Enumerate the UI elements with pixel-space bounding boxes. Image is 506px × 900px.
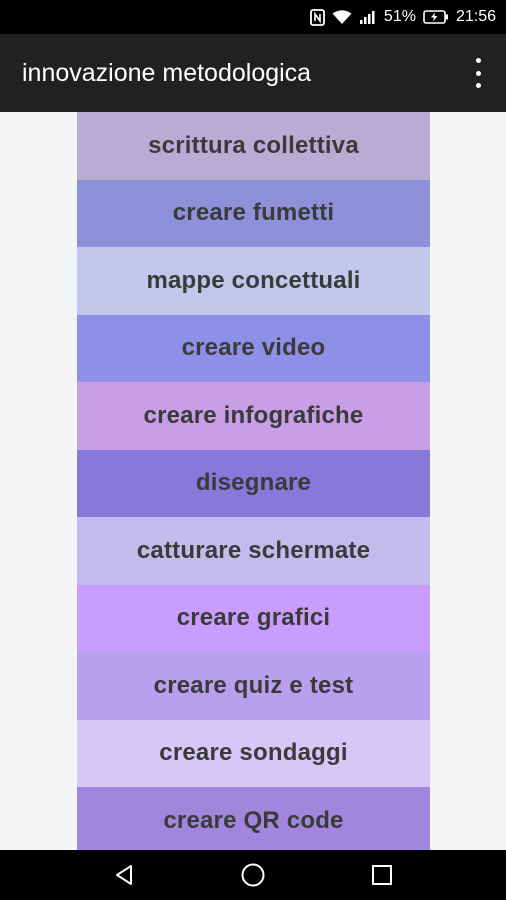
list-item[interactable]: creare video (77, 314, 430, 382)
clock: 21:56 (455, 8, 496, 25)
wifi-icon (332, 10, 352, 24)
battery-percent: 51% (383, 8, 416, 25)
list-item[interactable]: creare grafici (77, 584, 430, 652)
signal-icon (359, 11, 375, 24)
list-item[interactable]: mappe concettuali (77, 247, 430, 315)
list-item[interactable]: creare fumetti (77, 179, 430, 247)
home-icon[interactable] (233, 855, 273, 895)
recents-icon[interactable] (362, 855, 402, 895)
nfc-icon (310, 8, 325, 26)
list-item[interactable]: disegnare (77, 449, 430, 517)
method-list: scrittura collettiva creare fumetti mappe … (77, 112, 430, 850)
more-vert-icon[interactable] (472, 58, 484, 88)
list-item[interactable]: creare quiz e test (77, 652, 430, 720)
battery-icon (423, 10, 448, 24)
page-title: innovazione metodologica (22, 58, 312, 87)
list-item[interactable]: catturare schermate (77, 517, 430, 585)
list-item[interactable]: creare sondaggi (77, 719, 430, 787)
app-bar: innovazione metodologica (0, 34, 506, 112)
navigation-bar (0, 850, 506, 900)
status-bar: 51% 21:56 (0, 0, 506, 34)
list-item[interactable]: scrittura collettiva (77, 112, 430, 180)
list-item[interactable]: creare QR code (77, 787, 430, 850)
list-item[interactable]: creare infografiche (77, 382, 430, 450)
back-icon[interactable] (104, 855, 144, 895)
